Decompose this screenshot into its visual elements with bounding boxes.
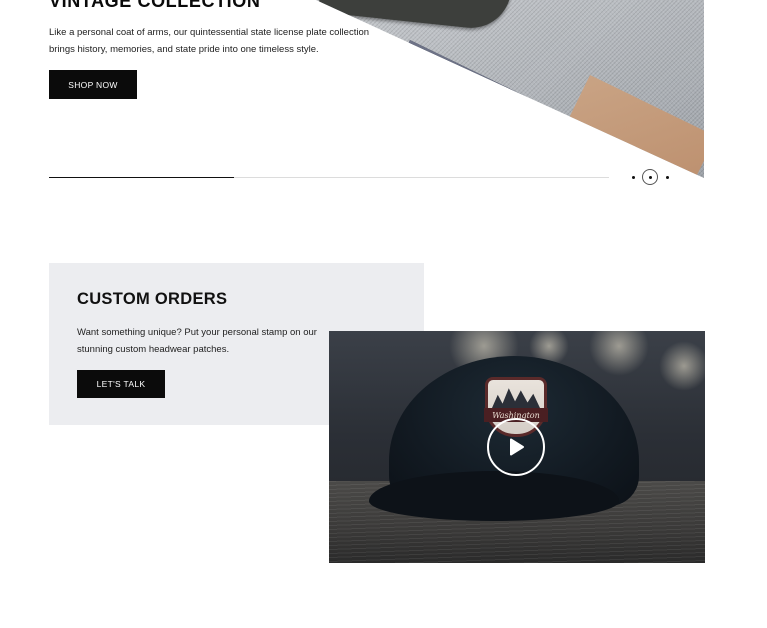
video-play-button[interactable] (487, 418, 545, 476)
hero-description: Like a personal coat of arms, our quinte… (49, 27, 370, 55)
custom-orders-description: Want something unique? Put your personal… (77, 327, 317, 355)
video-bokeh-light (589, 331, 649, 376)
patch-mountain-trees (492, 388, 540, 408)
custom-orders-video[interactable]: Washington (329, 331, 705, 563)
custom-orders-title: CUSTOM ORDERS (77, 290, 228, 308)
slider-progress-fill (49, 176, 234, 178)
slider-dot-3[interactable] (666, 176, 669, 179)
slider-dot-2-active[interactable] (642, 169, 658, 185)
slider-dots (628, 168, 674, 186)
shop-now-button[interactable]: SHOP NOW (49, 70, 137, 99)
hero-title: VINTAGE COLLECTION (49, 0, 261, 11)
slider-progress-track (49, 176, 609, 178)
lets-talk-button[interactable]: LET'S TALK (77, 370, 165, 398)
slider-dot-1[interactable] (632, 176, 635, 179)
video-bokeh-light (659, 341, 705, 391)
play-icon (510, 438, 524, 456)
